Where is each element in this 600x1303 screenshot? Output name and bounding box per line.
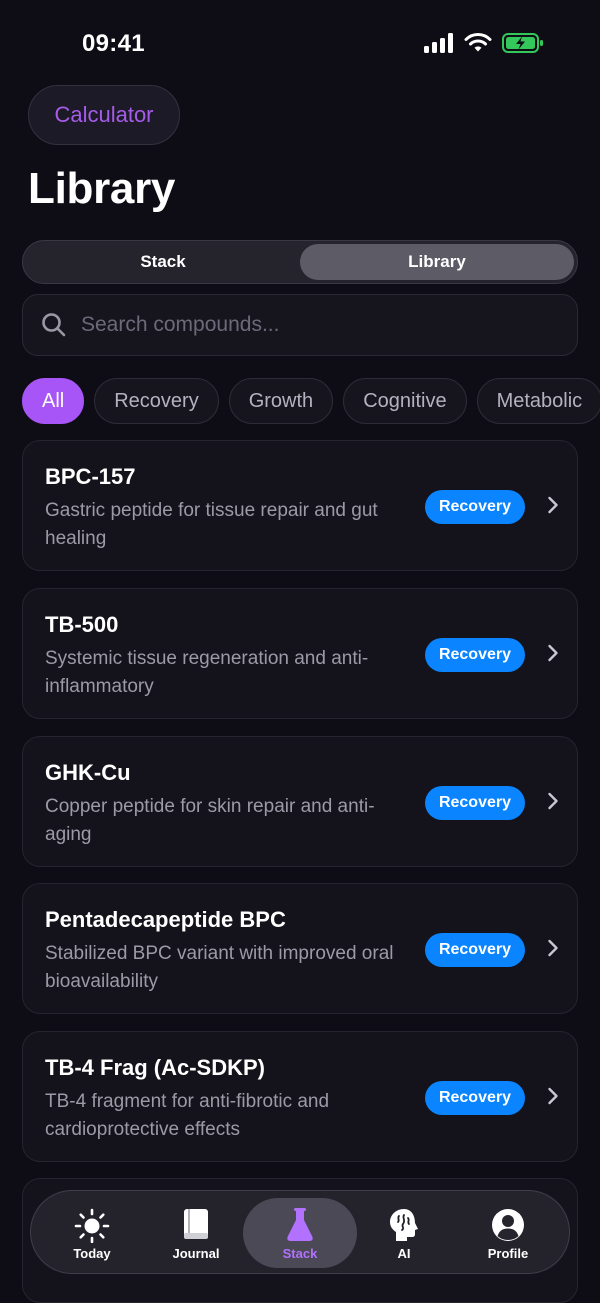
filter-chip-recovery[interactable]: Recovery — [94, 378, 219, 424]
chevron-right-icon — [548, 939, 558, 957]
wifi-icon — [464, 33, 492, 52]
flask-icon — [285, 1205, 315, 1245]
category-badge: Recovery — [424, 638, 525, 672]
search-input[interactable] — [81, 313, 541, 337]
filter-chip-metabolic[interactable]: Metabolic — [476, 378, 600, 424]
compound-card[interactable]: GHK-Cu Copper peptide for skin repair an… — [22, 736, 578, 867]
compound-description: Stabilized BPC variant with improved ora… — [45, 943, 394, 992]
tab-ai[interactable]: AI — [354, 1191, 454, 1275]
compound-card[interactable]: TB-500 Systemic tissue regeneration and … — [22, 588, 578, 719]
category-badge: Recovery — [424, 933, 525, 967]
filter-chip-all[interactable]: All — [22, 378, 85, 424]
compound-description: Systemic tissue regeneration and anti-in… — [45, 648, 369, 697]
compound-name: TB-4 Frag (Ac-SDKP) — [45, 1055, 266, 1080]
category-badge: Recovery — [424, 1081, 525, 1115]
tab-label: AI — [397, 1246, 411, 1261]
calculator-button[interactable]: Calculator — [28, 85, 180, 145]
status-bar: 09:41 — [0, 0, 600, 90]
filter-chips: All Recovery Growth Cognitive Metabolic — [22, 378, 600, 424]
tab-label: Today — [73, 1246, 111, 1261]
filter-chip-cognitive[interactable]: Cognitive — [343, 378, 467, 424]
status-time: 09:41 — [82, 30, 145, 57]
compound-name: GHK-Cu — [45, 760, 131, 785]
segment-stack[interactable]: Stack — [26, 244, 300, 280]
search-icon — [42, 313, 66, 337]
compound-card[interactable]: TB-4 Frag (Ac-SDKP) TB-4 fragment for an… — [22, 1031, 578, 1162]
category-badge: Recovery — [424, 786, 525, 820]
chevron-right-icon — [548, 792, 558, 810]
compound-description: TB-4 fragment for anti-fibrotic and card… — [45, 1091, 330, 1140]
compound-name: Pentadecapeptide BPC — [45, 907, 286, 932]
tab-profile[interactable]: Profile — [458, 1191, 558, 1275]
tab-today[interactable]: Today — [42, 1191, 142, 1275]
tab-stack[interactable]: Stack — [243, 1198, 357, 1268]
compound-description: Gastric peptide for tissue repair and gu… — [45, 500, 378, 549]
person-icon — [490, 1205, 526, 1245]
segment-library[interactable]: Library — [300, 244, 574, 280]
sun-icon — [74, 1205, 110, 1245]
compound-description: Copper peptide for skin repair and anti-… — [45, 796, 375, 845]
battery-icon — [502, 33, 543, 53]
tab-bar: Today Journal Stack AI Profile — [30, 1190, 570, 1274]
compound-card[interactable]: Pentadecapeptide BPC Stabilized BPC vari… — [22, 883, 578, 1014]
compound-card[interactable]: BPC-157 Gastric peptide for tissue repai… — [22, 440, 578, 571]
category-badge: Recovery — [424, 490, 525, 524]
status-icons — [424, 33, 544, 53]
signal-icon — [424, 33, 453, 53]
tab-journal[interactable]: Journal — [146, 1191, 246, 1275]
tab-label: Journal — [172, 1246, 220, 1261]
filter-chip-growth[interactable]: Growth — [228, 378, 334, 424]
compound-name: BPC-157 — [45, 464, 136, 489]
book-icon — [181, 1205, 211, 1245]
chevron-right-icon — [548, 644, 558, 662]
brain-icon — [387, 1205, 421, 1245]
view-segmented-control: Stack Library — [22, 240, 578, 284]
search-bar — [22, 294, 578, 356]
tab-label: Stack — [282, 1246, 318, 1261]
chevron-right-icon — [548, 1087, 558, 1105]
page-title: Library — [28, 164, 176, 213]
chevron-right-icon — [548, 496, 558, 514]
tab-label: Profile — [487, 1246, 529, 1261]
compound-name: TB-500 — [45, 612, 119, 637]
